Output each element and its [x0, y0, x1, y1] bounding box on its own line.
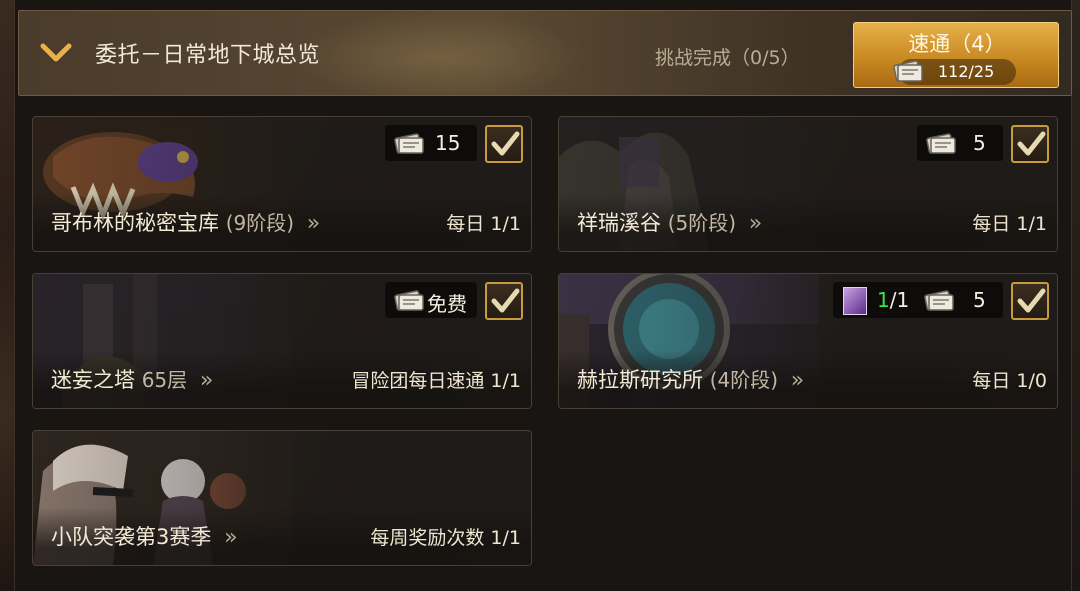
chevron-down-icon[interactable]: [39, 41, 73, 65]
cost-value: 15: [435, 131, 461, 155]
dungeon-title: 祥瑞溪谷: [577, 211, 661, 235]
dungeon-card-heras-lab[interactable]: 1/1 5 赫拉斯研究所 (4阶段) » 每日 1/0: [558, 273, 1058, 409]
select-checkbox[interactable]: [485, 125, 523, 163]
cost-box: 免费: [385, 282, 477, 318]
cost-value: 免费: [427, 292, 467, 316]
purple-item-icon: [843, 287, 867, 315]
dungeon-name: 小队突袭第3赛季 »: [51, 521, 238, 551]
daily-limit: 每日 1/0: [972, 370, 1047, 392]
dungeon-card-goblin-vault[interactable]: 15 哥布林的秘密宝库 (9阶段) » 每日 1/1: [32, 116, 532, 252]
quick-clear-ticket-count: 112/25: [893, 59, 1016, 85]
daily-limit: 每日 1/1: [972, 213, 1047, 235]
double-chevron-right-icon: »: [306, 211, 321, 236]
dungeon-card-auspicious-valley[interactable]: 5 祥瑞溪谷 (5阶段) » 每日 1/1: [558, 116, 1058, 252]
dungeon-stage: (5阶段): [667, 211, 737, 235]
ticket-icon: [892, 57, 923, 82]
double-chevron-right-icon: »: [199, 368, 214, 393]
double-chevron-right-icon: »: [224, 525, 238, 550]
cost-value: 5: [973, 131, 986, 155]
cost-box: 5: [917, 125, 1003, 161]
item-count-owned: 1: [877, 288, 890, 312]
daily-limit: 冒险团每日速通 1/1: [351, 370, 521, 392]
item-count: 1/1: [877, 288, 909, 312]
ticket-icon: [393, 132, 424, 154]
ticket-icon: [923, 289, 954, 311]
challenge-progress: 挑战完成（0/5）: [655, 47, 800, 69]
double-chevron-right-icon: »: [748, 211, 763, 236]
select-checkbox[interactable]: [1011, 125, 1049, 163]
dungeon-title: 小队突袭第3赛季: [51, 525, 212, 549]
select-checkbox[interactable]: [1011, 282, 1049, 320]
double-chevron-right-icon: »: [790, 368, 805, 393]
header-character-art: [289, 11, 589, 95]
dungeon-stage: (9阶段): [225, 211, 295, 235]
daily-limit: 每日 1/1: [446, 213, 521, 235]
checkbox-checked-icon: [1017, 131, 1046, 156]
dungeon-stage: 65层: [141, 368, 188, 392]
dungeon-title: 哥布林的秘密宝库: [51, 211, 219, 235]
checkbox-checked-icon: [491, 131, 520, 156]
dungeon-card-tower-of-illusion[interactable]: 免费 迷妄之塔 65层 » 冒险团每日速通 1/1: [32, 273, 532, 409]
checkbox-checked-icon: [1017, 288, 1046, 313]
dungeon-name: 祥瑞溪谷 (5阶段) »: [577, 207, 763, 237]
dungeon-name: 赫拉斯研究所 (4阶段) »: [577, 364, 805, 394]
cost-box: 15: [385, 125, 477, 161]
ticket-icon: [393, 289, 424, 311]
commission-header: 委托－日常地下城总览 挑战完成（0/5） 速通（4） 112/25: [18, 10, 1072, 96]
weekly-limit: 每周奖励次数 1/1: [370, 527, 521, 549]
dungeon-stage: (4阶段): [709, 368, 779, 392]
dungeon-name: 哥布林的秘密宝库 (9阶段) »: [51, 207, 321, 237]
dungeon-name: 迷妄之塔 65层 »: [51, 364, 214, 394]
dungeon-title: 迷妄之塔: [51, 368, 135, 392]
left-edge-decoration: [0, 0, 14, 591]
quick-clear-label: 速通（4）: [908, 32, 1006, 56]
cost-value: 5: [973, 288, 986, 312]
ticket-icon: [925, 132, 956, 154]
quick-clear-button[interactable]: 速通（4） 112/25: [853, 22, 1059, 88]
page-title: 委托－日常地下城总览: [95, 43, 321, 68]
quick-clear-count: 112/25: [938, 62, 995, 81]
item-count-required: /1: [889, 288, 910, 312]
dungeon-card-squad-raid[interactable]: 小队突袭第3赛季 » 每周奖励次数 1/1: [32, 430, 532, 566]
cost-box: 1/1 5: [833, 282, 1003, 318]
dungeon-title: 赫拉斯研究所: [577, 368, 703, 392]
checkbox-checked-icon: [491, 288, 520, 313]
select-checkbox[interactable]: [485, 282, 523, 320]
